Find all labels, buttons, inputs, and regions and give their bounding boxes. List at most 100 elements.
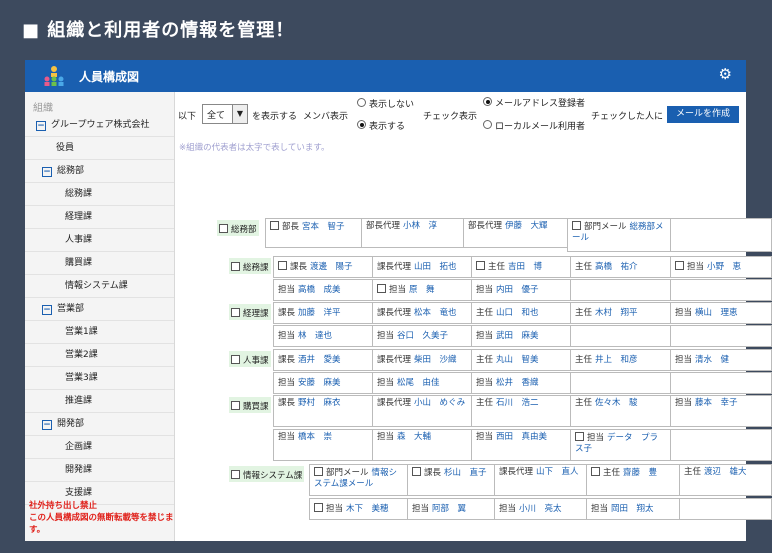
- member-cell[interactable]: 担当 橋本 崇: [273, 429, 373, 461]
- collapse-icon[interactable]: −: [42, 305, 52, 315]
- member-cell[interactable]: 担当 阿部 翼: [407, 498, 495, 520]
- sidebar-item[interactable]: − グループウェア株式会社: [25, 114, 174, 137]
- member-cell[interactable]: 担当 安藤 麻美: [273, 372, 373, 394]
- member-checkbox[interactable]: [377, 284, 386, 293]
- member-cell[interactable]: 部門メール 情報システム課メール: [309, 464, 408, 496]
- sidebar-item[interactable]: 推進課: [25, 390, 174, 413]
- member-cell[interactable]: 課長 渡邊 陽子: [273, 256, 373, 278]
- member-cell[interactable]: 主任 齋藤 豊: [586, 464, 680, 496]
- member-cell[interactable]: 担当森 大輔: [372, 429, 472, 461]
- member-checkbox[interactable]: [575, 432, 584, 441]
- member-cell[interactable]: 担当 岡田 翔太: [586, 498, 680, 520]
- member-cell[interactable]: 主任 山口 和也: [471, 302, 571, 324]
- group-label[interactable]: 情報システム課: [229, 466, 305, 482]
- member-cell[interactable]: 課長 野村 麻衣: [273, 395, 373, 427]
- member-checkbox[interactable]: [219, 224, 228, 233]
- member-checkbox[interactable]: [231, 308, 240, 317]
- sidebar-item[interactable]: 購買課: [25, 252, 174, 275]
- create-mail-button[interactable]: メールを作成: [667, 106, 739, 123]
- sidebar-item[interactable]: 総務課: [25, 183, 174, 206]
- member-cell[interactable]: 主任 木村 翔平: [570, 302, 671, 324]
- member-cell[interactable]: 担当 松尾 由佳: [372, 372, 472, 394]
- member-cell[interactable]: 担当 谷口 久美子: [372, 325, 472, 347]
- member-cell[interactable]: 担当原 舞: [372, 279, 472, 301]
- member-checkbox[interactable]: [572, 221, 581, 230]
- member-cell[interactable]: 部門メール 総務部メール: [567, 218, 671, 252]
- member-cell[interactable]: 課長代理 小山 めぐみ: [372, 395, 472, 427]
- member-cell[interactable]: 部長 宮本 智子: [265, 218, 362, 248]
- sidebar-item[interactable]: 企画課: [25, 436, 174, 459]
- sidebar-item[interactable]: 人事課: [25, 229, 174, 252]
- member-cell[interactable]: 主任 吉田 博: [471, 256, 571, 278]
- member-cell[interactable]: 担当 武田 麻美: [471, 325, 571, 347]
- group-label[interactable]: 人事課: [229, 351, 271, 367]
- member-name: 原 舞: [409, 285, 435, 295]
- sidebar-item[interactable]: 経理課: [25, 206, 174, 229]
- member-cell[interactable]: 課長代理 山下 直人: [494, 464, 587, 496]
- filter-select[interactable]: 全て ▼: [202, 104, 248, 124]
- member-name: 井上 和彦: [595, 355, 638, 365]
- member-cell[interactable]: 部長代理 小林 淳: [361, 218, 464, 248]
- sidebar-item[interactable]: − 営業部: [25, 298, 174, 321]
- radio-show-members[interactable]: [357, 120, 366, 129]
- member-cell[interactable]: 担当 小川 亮太: [494, 498, 587, 520]
- collapse-icon[interactable]: −: [36, 121, 46, 131]
- member-cell[interactable]: 部長代理 伊藤 大輝: [463, 218, 568, 248]
- member-cell[interactable]: 主任 佐々木 駿: [570, 395, 671, 427]
- member-cell[interactable]: 主任 高橋 祐介: [570, 256, 671, 278]
- member-cell[interactable]: 担当林 達也: [273, 325, 373, 347]
- group-label[interactable]: 購買課: [229, 397, 271, 413]
- member-checkbox[interactable]: [231, 262, 240, 271]
- member-cell[interactable]: 課長代理 柴田 沙織: [372, 349, 472, 371]
- member-checkbox[interactable]: [231, 470, 240, 479]
- sidebar-item[interactable]: 営業2課: [25, 344, 174, 367]
- member-cell[interactable]: 担当 木下 美穂: [309, 498, 408, 520]
- member-cell[interactable]: 主任 石川 浩二: [471, 395, 571, 427]
- gear-icon[interactable]: ⚙: [719, 67, 732, 82]
- member-role: 部門メール: [326, 468, 369, 478]
- sidebar-item[interactable]: 情報システム課: [25, 275, 174, 298]
- radio-local-mail[interactable]: [483, 120, 492, 129]
- member-cell[interactable]: 課長 加藤 洋平: [273, 302, 373, 324]
- member-checkbox[interactable]: [278, 261, 287, 270]
- member-cell[interactable]: 課長代理 山田 拓也: [372, 256, 472, 278]
- radio-hide-members[interactable]: [357, 98, 366, 107]
- member-checkbox[interactable]: [231, 401, 240, 410]
- member-cell[interactable]: 課長 酒井 愛美: [273, 349, 373, 371]
- sidebar-item[interactable]: 開発課: [25, 459, 174, 482]
- member-checkbox[interactable]: [231, 355, 240, 364]
- collapse-icon[interactable]: −: [42, 420, 52, 430]
- sidebar-item[interactable]: 役員: [25, 137, 174, 160]
- member-checkbox[interactable]: [412, 467, 421, 476]
- member-cell[interactable]: 担当 西田 真由美: [471, 429, 571, 461]
- member-checkbox[interactable]: [314, 467, 323, 476]
- member-checkbox[interactable]: [476, 261, 485, 270]
- sidebar-item[interactable]: 営業1課: [25, 321, 174, 344]
- member-checkbox[interactable]: [270, 221, 279, 230]
- member-checkbox[interactable]: [314, 503, 323, 512]
- member-cell[interactable]: 担当 小野 恵: [670, 256, 772, 278]
- member-checkbox[interactable]: [675, 261, 684, 270]
- sidebar-item[interactable]: 営業3課: [25, 367, 174, 390]
- member-cell[interactable]: 課長代理 松本 竜也: [372, 302, 472, 324]
- member-cell[interactable]: 担当 横山 理恵: [670, 302, 772, 324]
- radio-mail-registered[interactable]: [483, 97, 492, 106]
- member-cell[interactable]: 担当 データ プラス子: [570, 429, 671, 461]
- sidebar-item[interactable]: − 総務部: [25, 160, 174, 183]
- group-label[interactable]: 総務課: [229, 258, 271, 274]
- member-cell[interactable]: 担当 内田 優子: [471, 279, 571, 301]
- member-role: 担当: [476, 285, 494, 295]
- sidebar-item[interactable]: − 開発部: [25, 413, 174, 436]
- member-cell[interactable]: 担当 松井 香織: [471, 372, 571, 394]
- member-cell[interactable]: 担当 清水 健: [670, 349, 772, 371]
- group-label[interactable]: 総務部: [217, 220, 259, 236]
- member-cell[interactable]: 主任 丸山 智美: [471, 349, 571, 371]
- member-cell[interactable]: 担当 藤本 幸子: [670, 395, 772, 427]
- group-label[interactable]: 経理課: [229, 304, 271, 320]
- member-cell[interactable]: 課長 杉山 直子: [407, 464, 495, 496]
- member-checkbox[interactable]: [591, 467, 600, 476]
- member-cell[interactable]: 主任 渡辺 雄大: [679, 464, 772, 496]
- member-cell[interactable]: 担当 高橋 成美: [273, 279, 373, 301]
- member-cell[interactable]: 主任 井上 和彦: [570, 349, 671, 371]
- collapse-icon[interactable]: −: [42, 167, 52, 177]
